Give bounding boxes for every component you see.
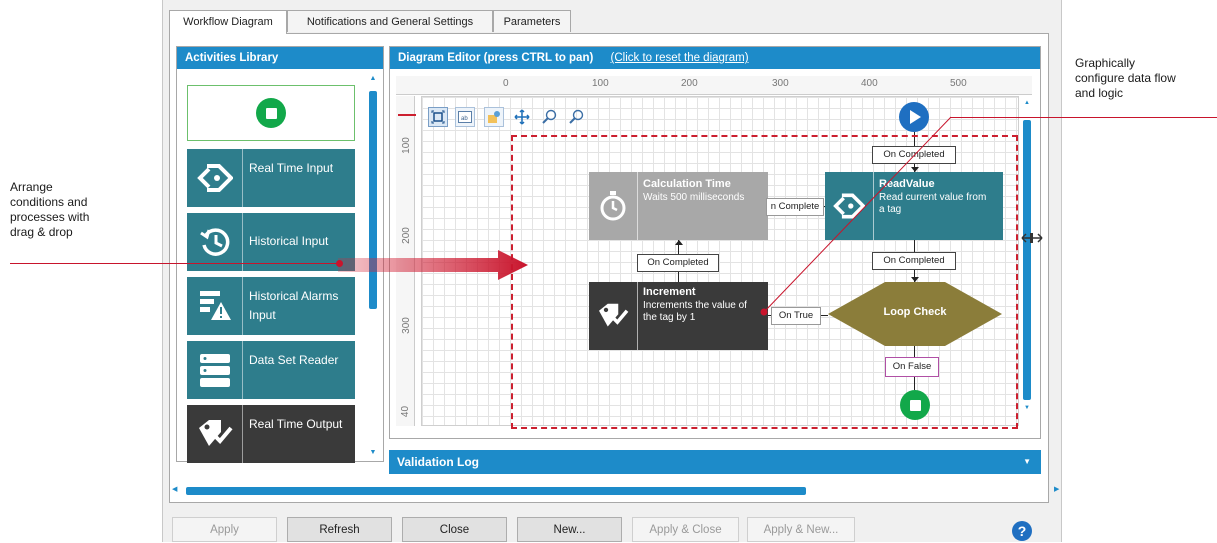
database-icon: [187, 341, 243, 399]
tag-arrow-icon: [187, 149, 243, 207]
color-picker-icon[interactable]: [484, 107, 504, 127]
text-label-icon[interactable]: ab: [455, 107, 475, 127]
callout-left-line: conditions and: [10, 195, 88, 209]
validation-log-header[interactable]: Validation Log ▼: [389, 450, 1041, 474]
close-button[interactable]: Close: [402, 517, 507, 542]
stop-icon: [256, 98, 286, 128]
callout-left-line: Arrange: [10, 180, 53, 194]
new-button[interactable]: New...: [517, 517, 622, 542]
ruler-label: 500: [950, 78, 967, 89]
library-item-stop[interactable]: [187, 85, 355, 141]
reset-diagram-link[interactable]: (Click to reset the diagram): [611, 52, 749, 64]
ruler-label: 100: [592, 78, 609, 89]
callout-right-line: Graphically: [1075, 56, 1136, 70]
library-item-label: Historical Input: [249, 234, 329, 248]
ruler-label: 40: [400, 405, 412, 418]
callout-left-dot: [336, 260, 343, 267]
ruler-label: 0: [503, 78, 509, 89]
ruler-label: 100: [400, 137, 412, 154]
resize-handle-icon[interactable]: [1020, 231, 1044, 243]
zoom-in-icon[interactable]: [540, 107, 560, 127]
fit-to-screen-icon[interactable]: [428, 107, 448, 127]
diagram-editor-header: Diagram Editor (press CTRL to pan) (Clic…: [390, 47, 1040, 69]
library-item-historical-alarms-input[interactable]: Historical Alarms Input: [187, 277, 355, 335]
ruler-label: 300: [772, 78, 789, 89]
library-item-real-time-output[interactable]: Real Time Output: [187, 405, 355, 463]
diagram-scroll-up[interactable]: ▲: [1022, 100, 1032, 108]
diagram-editor-title: Diagram Editor (press CTRL to pan): [398, 52, 594, 64]
ruler-label: 200: [681, 78, 698, 89]
tab-parameters[interactable]: Parameters: [493, 10, 571, 32]
callout-right: Graphically configure data flow and logi…: [1075, 56, 1215, 101]
pan-move-icon[interactable]: [512, 107, 532, 127]
validation-log-title: Validation Log: [397, 455, 480, 469]
callout-right-diagonal: [760, 116, 952, 316]
tab-workflow-diagram[interactable]: Workflow Diagram: [169, 10, 287, 34]
ruler-label: 200: [400, 227, 412, 244]
ruler-label: 400: [861, 78, 878, 89]
svg-text:ab: ab: [461, 116, 468, 122]
callout-left-line: drag & drop: [10, 225, 73, 239]
tag-check-icon: [187, 405, 243, 463]
library-item-real-time-input[interactable]: Real Time Input: [187, 149, 355, 207]
callout-right-line: and logic: [1075, 86, 1124, 100]
callout-left-leader: [10, 263, 340, 264]
horizontal-scroll-left[interactable]: ◀: [172, 485, 180, 495]
callout-left: Arrange conditions and processes with dr…: [10, 180, 140, 240]
callout-left-line: processes with: [10, 210, 90, 224]
ruler-horizontal: 0 100 200 300 400 500: [396, 76, 1032, 95]
horizontal-scroll-right[interactable]: ▶: [1054, 485, 1062, 495]
library-item-data-set-reader[interactable]: Data Set Reader: [187, 341, 355, 399]
ruler-marker: [398, 114, 416, 116]
library-item-label: Data Set Reader: [249, 353, 339, 367]
callout-right-line: configure data flow: [1075, 71, 1176, 85]
zoom-out-icon[interactable]: [567, 107, 587, 127]
library-item-label: Real Time Input: [249, 161, 334, 175]
diagram-vertical-scrollbar[interactable]: [1023, 120, 1031, 400]
refresh-button[interactable]: Refresh: [287, 517, 392, 542]
library-scroll-up[interactable]: ▲: [367, 75, 379, 85]
drag-arrow-graphic: [338, 250, 528, 280]
activities-library-header: Activities Library: [177, 47, 383, 69]
ruler-label: 300: [400, 317, 412, 334]
library-item-label: Historical Alarms Input: [249, 289, 339, 322]
chevron-down-icon[interactable]: ▼: [1023, 450, 1031, 474]
diagram-scroll-down[interactable]: ▼: [1022, 405, 1032, 413]
library-item-label: Real Time Output: [249, 417, 343, 431]
apply-button[interactable]: Apply: [172, 517, 277, 542]
tab-notifications-settings[interactable]: Notifications and General Settings: [287, 10, 493, 32]
help-icon[interactable]: ?: [1012, 521, 1032, 541]
horizontal-scrollbar-thumb[interactable]: [186, 487, 806, 495]
apply-and-new-button[interactable]: Apply & New...: [747, 517, 855, 542]
callout-right-leader: [950, 117, 1217, 118]
apply-and-close-button[interactable]: Apply & Close: [632, 517, 739, 542]
alarm-list-icon: [187, 277, 243, 335]
library-scroll-down[interactable]: ▼: [367, 449, 379, 459]
